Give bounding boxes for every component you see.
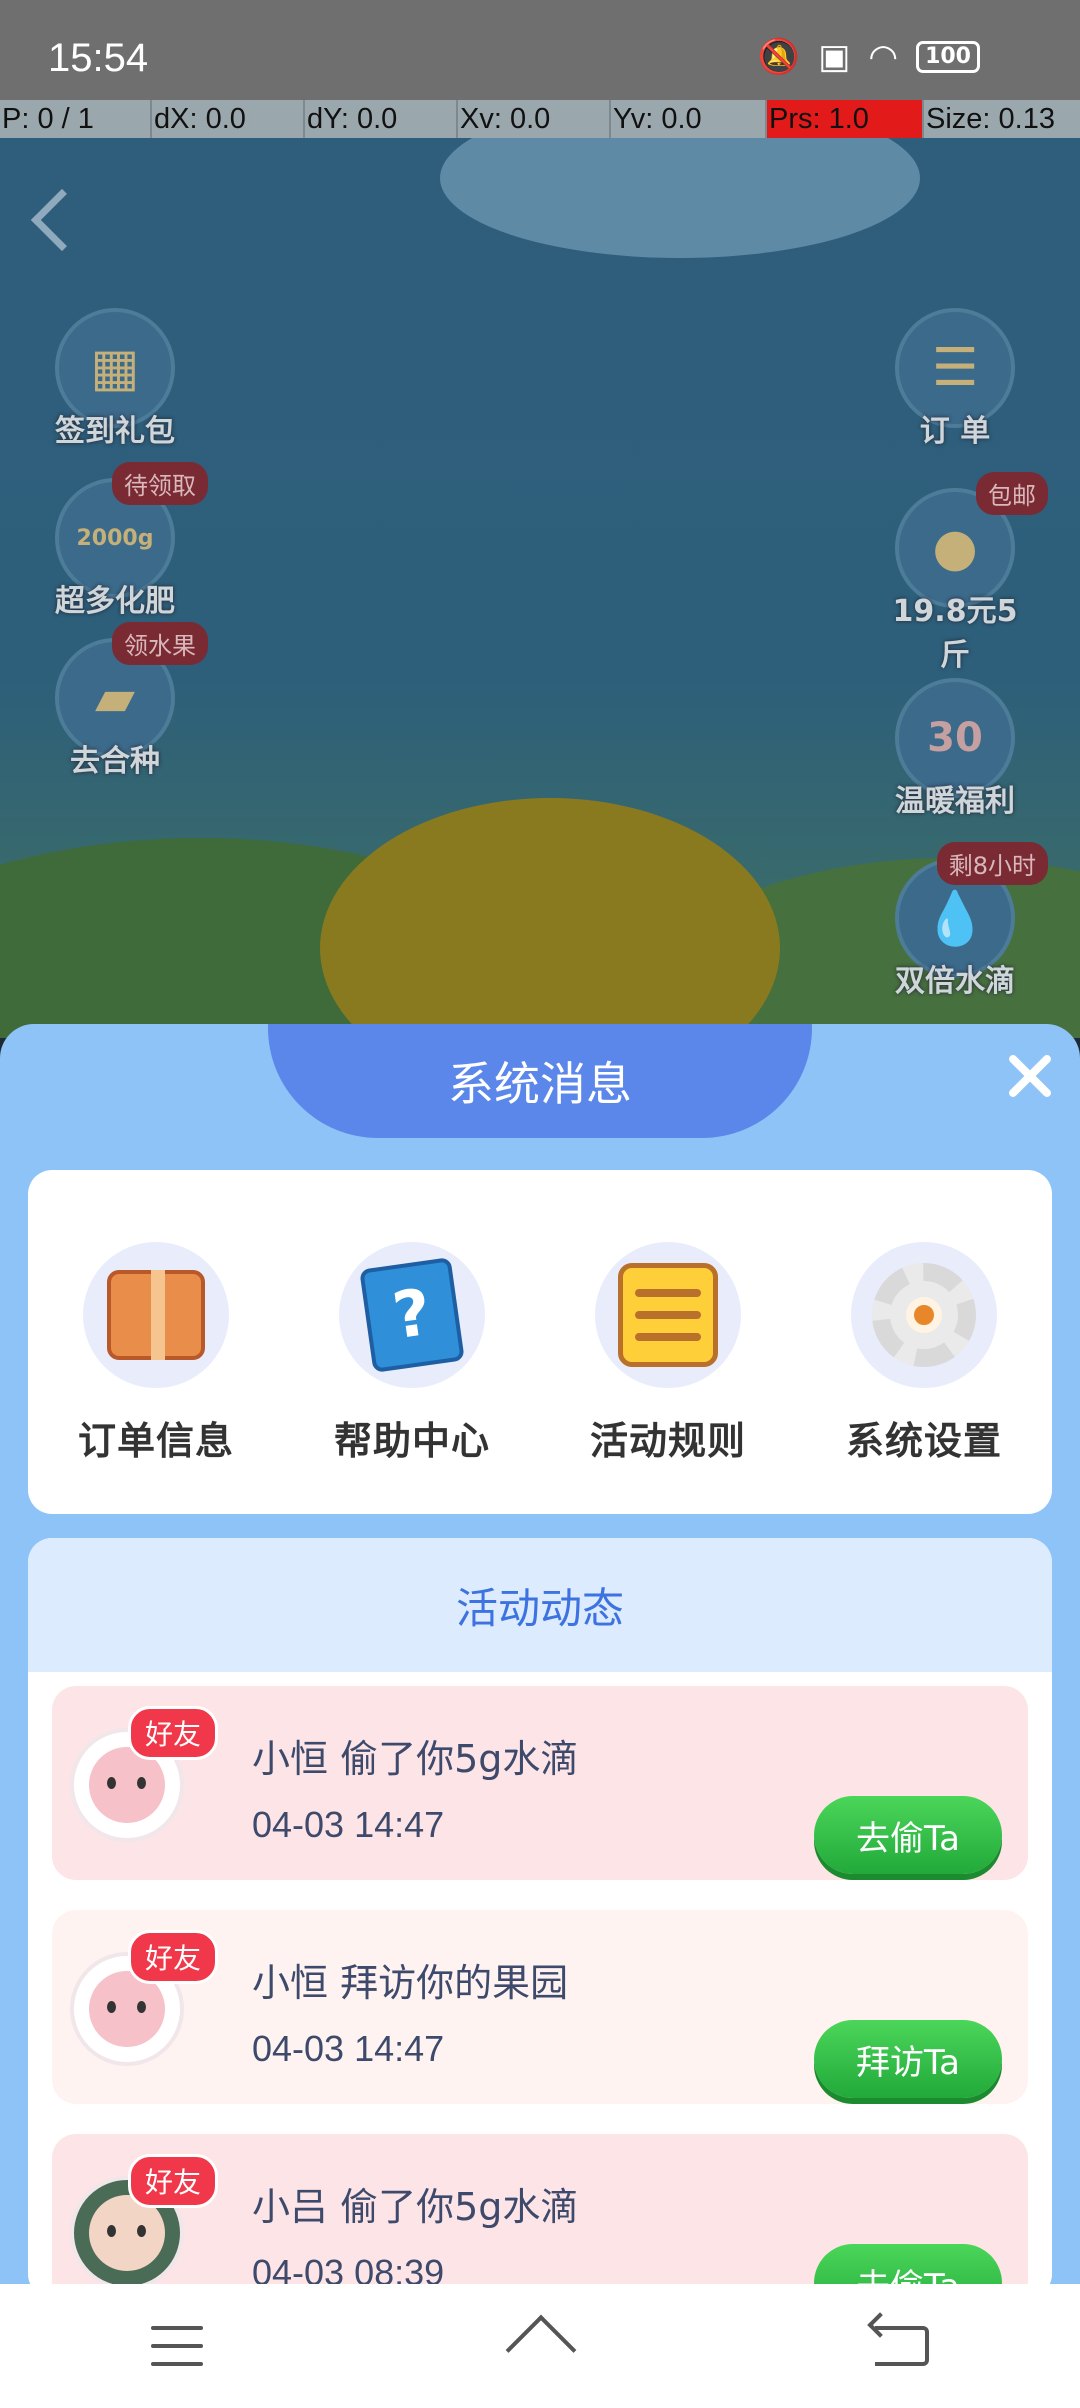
status-bar: 15:54 🔕 ▣ ◠ 100 bbox=[0, 0, 1080, 100]
status-icons: 🔕 ▣ ◠ 100 bbox=[758, 40, 980, 74]
home-icon[interactable] bbox=[504, 2323, 574, 2369]
side-item-order[interactable]: ☰ 订 单 bbox=[880, 308, 1030, 450]
list-item: 好友 小恒 偷了你5g水滴 04-03 14:47 去偷Ta bbox=[52, 1686, 1028, 1880]
rules-list-icon bbox=[618, 1263, 718, 1367]
side-item-seed[interactable]: ▰ 去合种 领水果 bbox=[40, 622, 208, 780]
status-badge: 待领取 bbox=[112, 462, 208, 505]
status-badge: 包邮 bbox=[976, 472, 1048, 515]
sunflower-tree bbox=[320, 798, 780, 1038]
side-item-checkin[interactable]: ▦ 签到礼包 bbox=[40, 308, 190, 450]
list-item: 好友 小吕 偷了你5g水滴 04-03 08:39 去偷Ta bbox=[52, 2134, 1028, 2284]
activity-text: 小恒 拜访你的果园 bbox=[252, 1961, 569, 2005]
settings-gear-icon bbox=[872, 1263, 976, 1367]
recent-apps-icon[interactable] bbox=[150, 2326, 203, 2366]
sheet-title: 系统消息 bbox=[268, 1024, 812, 1138]
activity-title: 活动动态 bbox=[28, 1538, 1052, 1672]
system-nav-bar bbox=[0, 2284, 1080, 2408]
debug-prs: Prs: 1.0 bbox=[767, 100, 924, 138]
debug-dy: dY: 0.0 bbox=[305, 100, 458, 138]
status-badge: 剩8小时 bbox=[936, 842, 1048, 885]
menu-label: 活动规则 bbox=[589, 1419, 746, 1463]
activity-feed: 活动动态 好友 小恒 偷了你5g水滴 04-03 14:47 去偷Ta 好友 小… bbox=[28, 1538, 1052, 2284]
package-box-icon bbox=[107, 1270, 205, 1360]
status-time: 15:54 bbox=[48, 36, 149, 80]
side-item-double-water[interactable]: 💧 双倍水滴 剩8小时 bbox=[880, 842, 1048, 1000]
steal-button[interactable]: 去偷Ta bbox=[814, 2244, 1002, 2284]
status-badge: 领水果 bbox=[112, 622, 208, 665]
side-item-fertilizer[interactable]: 2000g 超多化肥 待领取 bbox=[40, 462, 208, 620]
system-message-sheet: 系统消息 订单信息 ? 帮助中心 活动规则 系统设置 活动动态 好友 小恒 偷了… bbox=[0, 1024, 1080, 2284]
debug-dx: dX: 0.0 bbox=[152, 100, 305, 138]
help-book-icon: ? bbox=[359, 1257, 465, 1373]
side-item-mango[interactable]: ● 19.8元5斤 包邮 bbox=[880, 472, 1048, 674]
menu-help-center[interactable]: ? 帮助中心 bbox=[312, 1242, 512, 1514]
activity-time: 04-03 14:47 bbox=[252, 2028, 445, 2069]
side-item-warm-welfare[interactable]: 30 温暖福利 bbox=[880, 678, 1030, 820]
menu-order-info[interactable]: 订单信息 bbox=[56, 1242, 256, 1514]
close-icon[interactable] bbox=[1006, 1052, 1054, 1100]
debug-p: P: 0 / 1 bbox=[0, 100, 152, 138]
activity-text: 小恒 偷了你5g水滴 bbox=[252, 1737, 579, 1781]
back-icon[interactable] bbox=[875, 2326, 930, 2366]
menu-activity-rules[interactable]: 活动规则 bbox=[568, 1242, 768, 1514]
menu-label: 系统设置 bbox=[845, 1419, 1002, 1463]
friend-badge: 好友 bbox=[128, 1930, 219, 1984]
activity-time: 04-03 08:39 bbox=[252, 2252, 445, 2284]
menu-card: 订单信息 ? 帮助中心 活动规则 系统设置 bbox=[28, 1170, 1052, 1514]
wifi-icon: ◠ bbox=[868, 37, 899, 77]
friend-badge: 好友 bbox=[128, 1706, 219, 1760]
back-arrow-icon[interactable] bbox=[30, 188, 94, 252]
mute-bell-icon: 🔕 bbox=[757, 37, 801, 77]
friend-badge: 好友 bbox=[128, 2154, 219, 2208]
visit-button[interactable]: 拜访Ta bbox=[814, 2020, 1002, 2098]
no-sim-icon: ▣ bbox=[818, 37, 851, 77]
menu-system-settings[interactable]: 系统设置 bbox=[824, 1242, 1024, 1514]
menu-label: 帮助中心 bbox=[333, 1419, 490, 1463]
game-scene: ▦ 签到礼包 2000g 超多化肥 待领取 ▰ 去合种 领水果 ☰ 订 单 ● … bbox=[0, 138, 1080, 1038]
debug-yv: Yv: 0.0 bbox=[611, 100, 767, 138]
list-item: 好友 小恒 拜访你的果园 04-03 14:47 拜访Ta bbox=[52, 1910, 1028, 2104]
menu-label: 订单信息 bbox=[77, 1419, 234, 1463]
debug-size: Size: 0.13 bbox=[926, 103, 1055, 135]
debug-xv: Xv: 0.0 bbox=[458, 100, 611, 138]
activity-text: 小吕 偷了你5g水滴 bbox=[252, 2185, 579, 2229]
battery-icon: 100 bbox=[916, 41, 980, 73]
activity-time: 04-03 14:47 bbox=[252, 1804, 445, 1845]
cloud bbox=[440, 138, 920, 258]
steal-button[interactable]: 去偷Ta bbox=[814, 1796, 1002, 1874]
pointer-debug-bar: P: 0 / 1 dX: 0.0 dY: 0.0 Xv: 0.0 Yv: 0.0… bbox=[0, 100, 1080, 138]
